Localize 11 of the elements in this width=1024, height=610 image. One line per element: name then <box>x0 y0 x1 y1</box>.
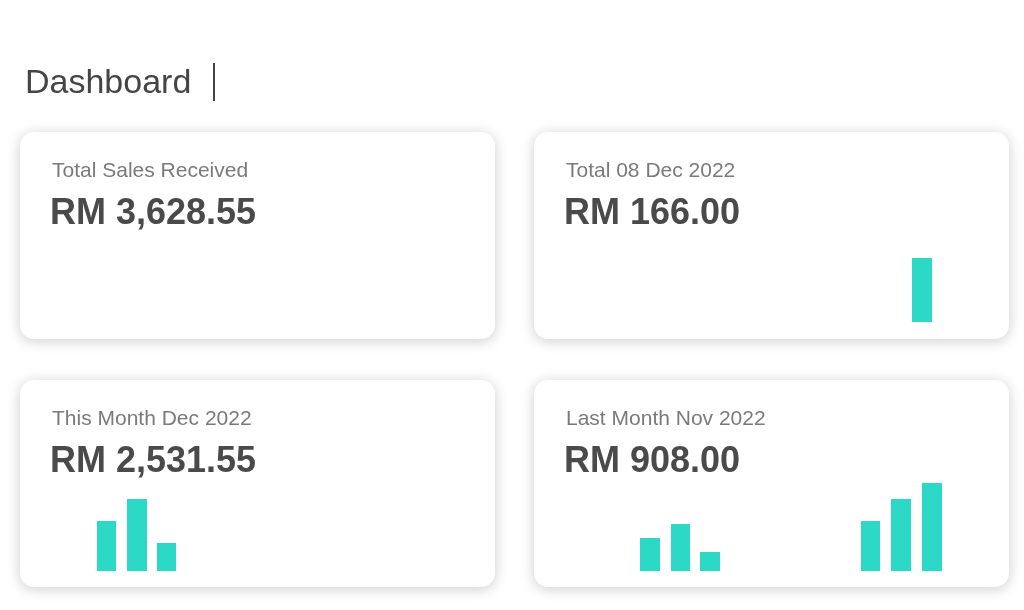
card-label: Total Sales Received <box>52 157 249 183</box>
card-amount: RM 3,628.55 <box>50 190 257 234</box>
card-label: This Month Dec 2022 <box>52 405 252 431</box>
page-title: Dashboard <box>25 60 192 102</box>
card-amount: RM 2,531.55 <box>50 438 257 482</box>
vertical-divider <box>213 63 216 101</box>
card-amount: RM 908.00 <box>564 438 741 482</box>
card-label: Last Month Nov 2022 <box>566 405 766 431</box>
mini-bar-chart <box>912 258 932 323</box>
card-label: Total 08 Dec 2022 <box>566 157 736 183</box>
card-amount: RM 166.00 <box>564 190 741 234</box>
